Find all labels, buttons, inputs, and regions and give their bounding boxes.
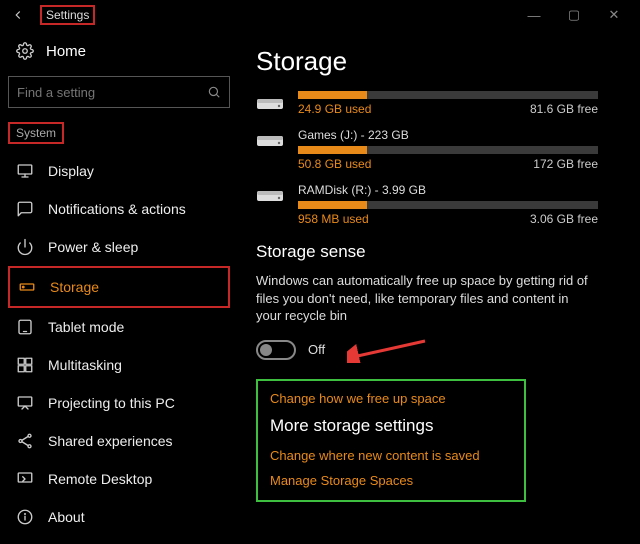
- drive-free: 81.6 GB free: [530, 102, 598, 116]
- sidebar-item-remote-desktop[interactable]: Remote Desktop: [8, 460, 230, 498]
- more-storage-heading: More storage settings: [270, 416, 512, 436]
- share-icon: [16, 432, 34, 450]
- sidebar-item-shared-experiences[interactable]: Shared experiences: [8, 422, 230, 460]
- change-free-up-link[interactable]: Change how we free up space: [270, 391, 512, 406]
- sidebar-item-about[interactable]: About: [8, 498, 230, 536]
- home-button[interactable]: Home: [8, 36, 230, 66]
- sidebar-item-label: Shared experiences: [48, 433, 173, 449]
- close-button[interactable]: ✕: [594, 0, 634, 30]
- sidebar-item-label: Projecting to this PC: [48, 395, 175, 411]
- section-label: System: [8, 122, 64, 144]
- drive-free: 3.06 GB free: [530, 212, 598, 226]
- highlighted-section: Change how we free up space More storage…: [256, 379, 526, 502]
- arrow-left-icon: [11, 8, 25, 22]
- storage-sense-description: Windows can automatically free up space …: [256, 272, 596, 325]
- sidebar-item-storage[interactable]: Storage: [8, 266, 230, 308]
- drive-used: 50.8 GB used: [298, 157, 371, 171]
- sidebar-item-label: Display: [48, 163, 94, 179]
- sidebar: Home System Display Notifications & actio…: [0, 30, 238, 544]
- sidebar-item-display[interactable]: Display: [8, 152, 230, 190]
- chat-icon: [16, 200, 34, 218]
- minimize-button[interactable]: —: [514, 0, 554, 30]
- drive-row[interactable]: 24.9 GB used 81.6 GB free: [256, 91, 624, 116]
- drive-title: Games (J:) - 223 GB: [298, 128, 624, 142]
- remote-icon: [16, 470, 34, 488]
- sidebar-item-tablet-mode[interactable]: Tablet mode: [8, 308, 230, 346]
- sidebar-item-label: Remote Desktop: [48, 471, 152, 487]
- home-label: Home: [46, 43, 86, 60]
- usage-bar: [298, 201, 598, 209]
- sidebar-item-multitasking[interactable]: Multitasking: [8, 346, 230, 384]
- sidebar-item-label: About: [48, 509, 85, 525]
- drive-title: RAMDisk (R:) - 3.99 GB: [298, 183, 624, 197]
- maximize-button[interactable]: ▢: [554, 0, 594, 30]
- search-field[interactable]: [17, 85, 207, 100]
- power-icon: [16, 238, 34, 256]
- drive-icon: [256, 130, 284, 150]
- display-icon: [16, 162, 34, 180]
- sidebar-item-label: Multitasking: [48, 357, 122, 373]
- annotation-arrow-icon: [347, 337, 427, 363]
- sidebar-item-label: Notifications & actions: [48, 201, 186, 217]
- change-where-link[interactable]: Change where new content is saved: [270, 448, 512, 463]
- drive-row[interactable]: RAMDisk (R:) - 3.99 GB 958 MB used 3.06 GB…: [256, 183, 624, 226]
- project-icon: [16, 394, 34, 412]
- search-input[interactable]: [8, 76, 230, 108]
- drive-icon: [256, 93, 284, 113]
- sidebar-item-notifications-actions[interactable]: Notifications & actions: [8, 190, 230, 228]
- drive-row[interactable]: Games (J:) - 223 GB 50.8 GB used 172 GB fr…: [256, 128, 624, 171]
- sidebar-item-label: Tablet mode: [48, 319, 124, 335]
- info-icon: [16, 508, 34, 526]
- storage-icon: [18, 278, 36, 296]
- sidebar-item-label: Storage: [50, 279, 99, 295]
- tablet-icon: [16, 318, 34, 336]
- drive-used: 958 MB used: [298, 212, 369, 226]
- sidebar-item-label: Power & sleep: [48, 239, 138, 255]
- manage-spaces-link[interactable]: Manage Storage Spaces: [270, 473, 512, 488]
- page-title: Storage: [256, 46, 624, 77]
- usage-bar: [298, 91, 598, 99]
- drive-free: 172 GB free: [533, 157, 598, 171]
- multitask-icon: [16, 356, 34, 374]
- sidebar-item-projecting-to-this-pc[interactable]: Projecting to this PC: [8, 384, 230, 422]
- back-button[interactable]: [6, 3, 30, 27]
- gear-icon: [16, 42, 34, 60]
- search-icon: [207, 85, 221, 99]
- content-pane: Storage 24.9 GB used 81.6 GB free Games (J…: [238, 30, 640, 544]
- drive-used: 24.9 GB used: [298, 102, 371, 116]
- usage-bar: [298, 146, 598, 154]
- storage-sense-heading: Storage sense: [256, 242, 624, 262]
- titlebar: Settings — ▢ ✕: [0, 0, 640, 30]
- storage-sense-toggle[interactable]: [256, 340, 296, 360]
- drive-icon: [256, 185, 284, 205]
- toggle-label: Off: [308, 342, 325, 357]
- window-title: Settings: [40, 5, 95, 25]
- sidebar-item-power-sleep[interactable]: Power & sleep: [8, 228, 230, 266]
